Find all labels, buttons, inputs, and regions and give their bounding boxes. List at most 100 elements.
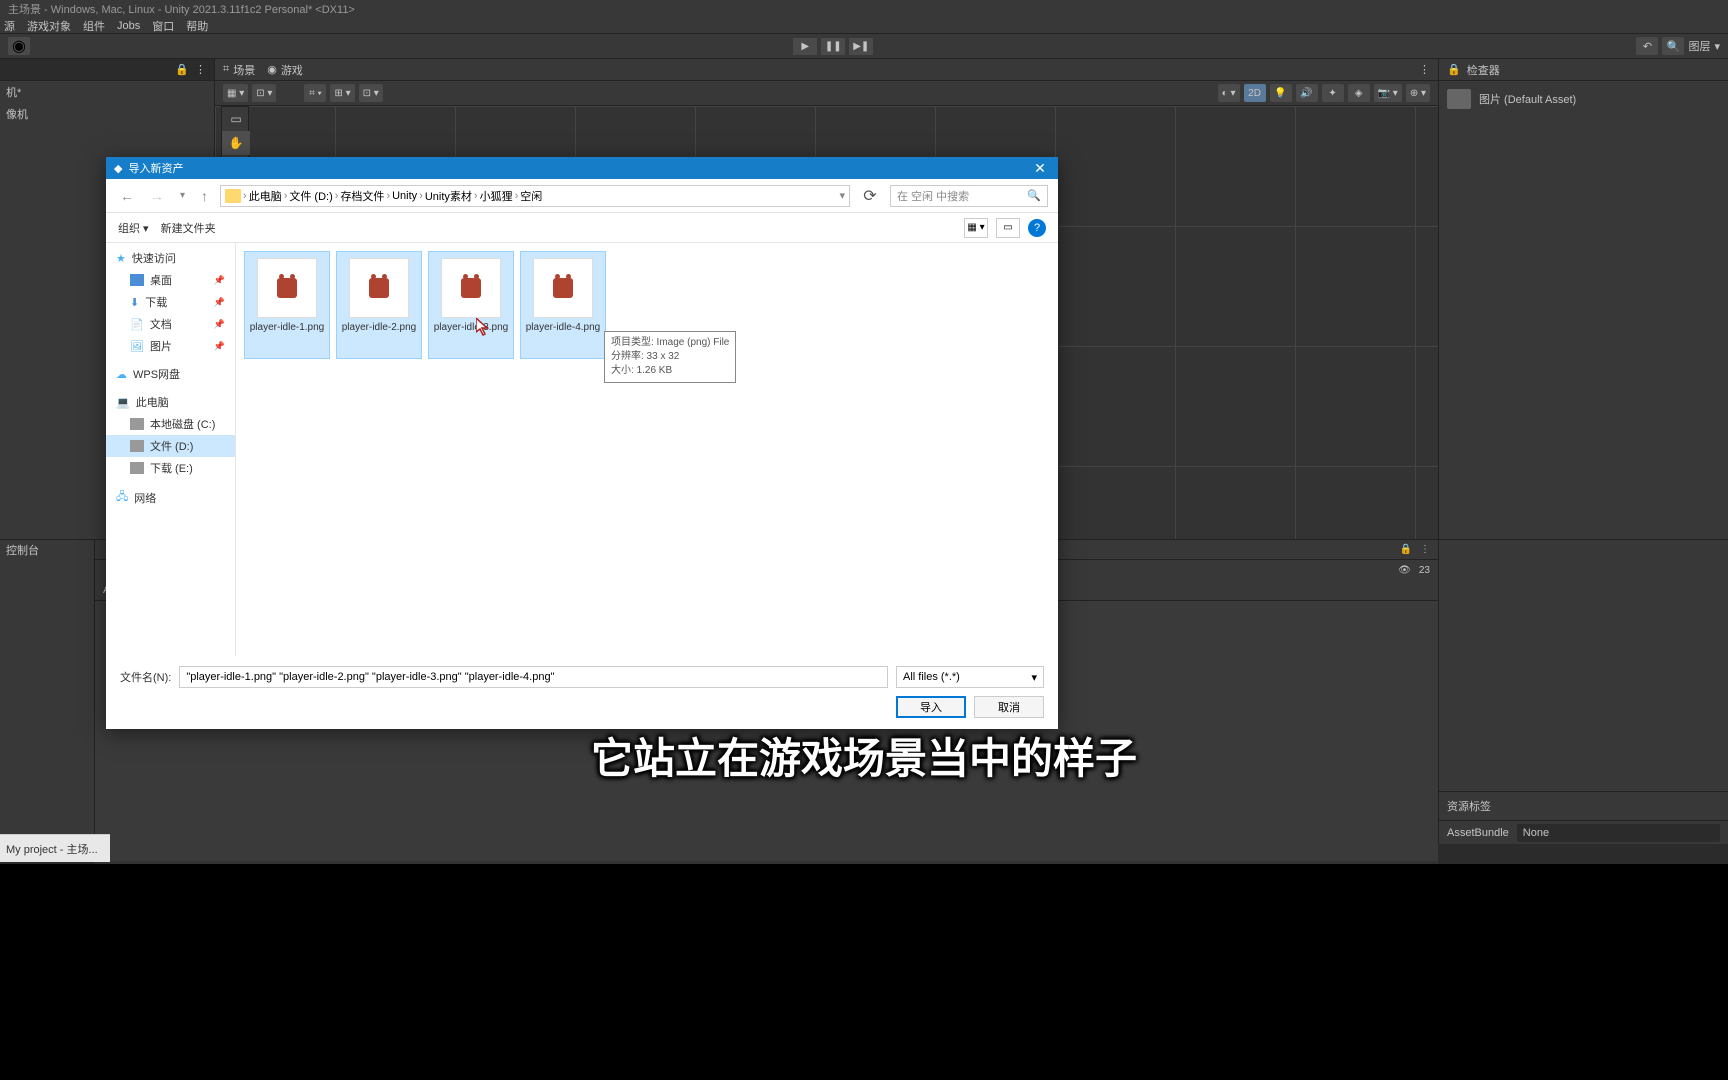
shading-dropdown[interactable]: ◐ ▾ <box>1218 84 1240 102</box>
lock-icon[interactable]: 🔒 <box>1400 544 1412 555</box>
sidebar-drive-d[interactable]: 文件 (D:) <box>106 435 235 457</box>
sidebar-this-pc[interactable]: 💻此电脑 <box>106 391 235 413</box>
snap-toggle[interactable]: ⊞ ▾ <box>330 84 354 102</box>
menu-icon[interactable]: ⋮ <box>1420 544 1430 555</box>
cancel-button[interactable]: 取消 <box>974 696 1044 718</box>
file-item[interactable]: player-idle-1.png <box>244 251 330 359</box>
scene-tab[interactable]: ⌗场景 <box>223 62 255 78</box>
sidebar-wps[interactable]: ☁WPS网盘 <box>106 363 235 385</box>
sidebar-documents[interactable]: 📄文档📌 <box>106 313 235 335</box>
lock-icon[interactable]: 🔒 <box>175 63 189 76</box>
filename-label: 文件名(N): <box>120 669 171 685</box>
handle-dropdown[interactable]: ⊡ ▾ <box>252 84 276 102</box>
dialog-titlebar[interactable]: ◆ 导入新资产 ✕ <box>106 157 1058 179</box>
preview-toggle[interactable]: ▭ <box>996 218 1020 238</box>
chevron-down-icon[interactable]: ▾ <box>839 189 845 202</box>
sidebar-quick-access[interactable]: ★快速访问 <box>106 247 235 269</box>
menu-item[interactable]: 窗口 <box>152 18 174 34</box>
import-dialog: ◆ 导入新资产 ✕ ← → ▾ ↑ › 此电脑› 文件 (D:)› 存档文件› … <box>106 157 1058 729</box>
hidden-count: 23 <box>1419 565 1430 576</box>
pivot-dropdown[interactable]: ▦ ▾ <box>223 84 248 102</box>
hierarchy-item[interactable]: 像机 <box>0 103 214 125</box>
file-name: player-idle-4.png <box>526 322 601 334</box>
pause-button[interactable]: ❚❚ <box>821 38 845 55</box>
menu-item[interactable]: Jobs <box>117 20 140 32</box>
breadcrumb-item[interactable]: Unity素材 <box>425 188 472 204</box>
menu-item[interactable]: 帮助 <box>186 18 208 34</box>
filter-dropdown[interactable]: All files (*.*)▾ <box>896 666 1044 688</box>
audio-toggle[interactable]: 🔊 <box>1296 84 1318 102</box>
file-item[interactable]: player-idle-2.png <box>336 251 422 359</box>
sidebar-desktop[interactable]: 桌面📌 <box>106 269 235 291</box>
video-subtitle: 它站立在游戏场景当中的样子 <box>591 725 1137 786</box>
up-button[interactable]: ↑ <box>197 188 212 204</box>
filename-input[interactable] <box>179 666 888 688</box>
hidden-toggle[interactable]: ◈ <box>1348 84 1370 102</box>
breadcrumb-item[interactable]: 小狐狸 <box>480 188 513 204</box>
import-button[interactable]: 导入 <box>896 696 966 718</box>
sidebar-drive-e[interactable]: 下载 (E:) <box>106 457 235 479</box>
refresh-button[interactable]: ⟳ <box>858 186 882 206</box>
layers-dropdown[interactable]: 图层 <box>1688 38 1710 54</box>
play-button[interactable]: ▶ <box>793 38 817 55</box>
fx-toggle[interactable]: ✦ <box>1322 84 1344 102</box>
game-tab[interactable]: ◉游戏 <box>267 62 303 78</box>
sidebar-network[interactable]: 🖧网络 <box>106 485 235 510</box>
taskbar-item[interactable]: My project - 主场... <box>0 834 110 862</box>
undo-icon[interactable]: ↶ <box>1636 37 1658 55</box>
main-toolbar: ◉ ▶ ❚❚ ▶❚ ↶ 🔍 图层 ▾ <box>0 34 1728 59</box>
eye-off-icon[interactable]: 👁 <box>1398 565 1411 576</box>
assetbundle-dropdown[interactable]: None <box>1517 824 1720 842</box>
mouse-cursor <box>476 318 490 336</box>
back-button[interactable]: ← <box>116 188 138 204</box>
2d-toggle[interactable]: 2D <box>1244 84 1266 102</box>
hand-tool[interactable]: ✋ <box>222 131 250 155</box>
new-folder-button[interactable]: 新建文件夹 <box>161 220 216 236</box>
breadcrumb[interactable]: › 此电脑› 文件 (D:)› 存档文件› Unity› Unity素材› 小狐… <box>220 185 850 207</box>
close-button[interactable]: ✕ <box>1030 160 1050 177</box>
file-item[interactable]: player-idle-3.png <box>428 251 514 359</box>
breadcrumb-item[interactable]: 空闲 <box>520 188 542 204</box>
sidebar-downloads[interactable]: ⬇下载📌 <box>106 291 235 313</box>
view-dropdown[interactable]: ▦ ▾ <box>964 218 988 238</box>
forward-button[interactable]: → <box>146 188 168 204</box>
menu-item[interactable]: 源 <box>4 18 15 34</box>
step-button[interactable]: ▶❚ <box>849 38 873 55</box>
view-tool[interactable]: ▭ <box>222 107 250 131</box>
file-name: player-idle-2.png <box>342 322 417 334</box>
menu-icon[interactable]: ⋮ <box>1419 63 1430 76</box>
recent-dropdown[interactable]: ▾ <box>176 190 189 201</box>
file-name: player-idle-1.png <box>250 322 325 334</box>
assetbundle-label: AssetBundle <box>1447 827 1509 839</box>
account-icon[interactable]: ◉ <box>8 37 30 55</box>
lock-icon[interactable]: 🔒 <box>1447 63 1461 76</box>
file-item[interactable]: player-idle-4.png <box>520 251 606 359</box>
asset-name: 图片 (Default Asset) <box>1479 91 1576 107</box>
sprite-thumbnail <box>369 278 389 298</box>
breadcrumb-item[interactable]: Unity <box>392 190 417 202</box>
menu-item[interactable]: 游戏对象 <box>27 18 71 34</box>
lighting-toggle[interactable]: 💡 <box>1270 84 1292 102</box>
folder-icon <box>225 189 241 203</box>
menubar: 源 游戏对象 组件 Jobs 窗口 帮助 <box>0 18 1728 34</box>
organize-dropdown[interactable]: 组织 ▾ <box>118 220 149 236</box>
breadcrumb-item[interactable]: 存档文件 <box>340 188 384 204</box>
search-icon[interactable]: 🔍 <box>1662 37 1684 55</box>
letterbox-bottom <box>0 864 1728 1080</box>
grid-toggle[interactable]: ⌗ ▾ <box>304 84 326 102</box>
console-tab[interactable]: 控制台 <box>0 540 94 560</box>
breadcrumb-item[interactable]: 此电脑 <box>249 188 282 204</box>
file-list[interactable]: player-idle-1.png player-idle-2.png play… <box>236 243 1058 656</box>
search-input[interactable]: 在 空闲 中搜索 🔍 <box>890 185 1048 207</box>
hierarchy-item[interactable]: 机* <box>0 81 214 103</box>
breadcrumb-item[interactable]: 文件 (D:) <box>289 188 332 204</box>
sidebar-pictures[interactable]: 🖼图片📌 <box>106 335 235 357</box>
menu-item[interactable]: 组件 <box>83 18 105 34</box>
inspector-tab-label[interactable]: 检查器 <box>1467 62 1500 78</box>
gizmos-dropdown[interactable]: ⊕ ▾ <box>1406 84 1430 102</box>
sidebar-drive-c[interactable]: 本地磁盘 (C:) <box>106 413 235 435</box>
help-button[interactable]: ? <box>1028 219 1046 237</box>
camera-dropdown[interactable]: 📷 ▾ <box>1374 84 1402 102</box>
menu-icon[interactable]: ⋮ <box>195 63 206 76</box>
increment-toggle[interactable]: ⊡ ▾ <box>359 84 383 102</box>
